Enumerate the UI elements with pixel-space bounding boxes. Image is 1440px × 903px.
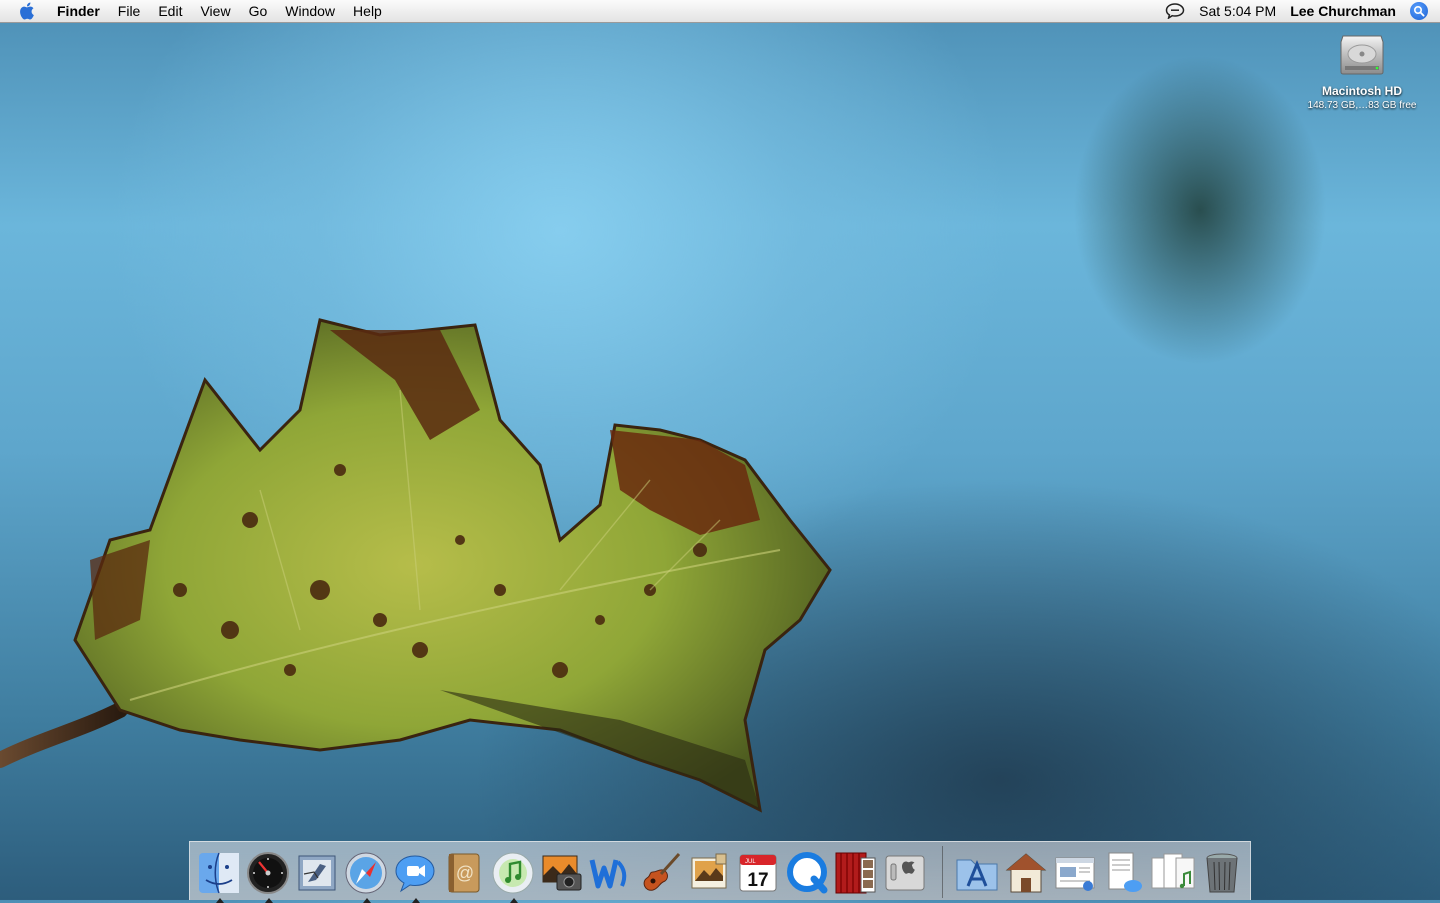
dock-item-safari[interactable] <box>343 850 389 903</box>
dock-item-finder[interactable] <box>196 850 242 903</box>
finder-icon <box>198 852 239 894</box>
dock-item-iphoto[interactable] <box>539 850 585 896</box>
apple-icon <box>20 2 34 20</box>
photo-booth-icon <box>835 852 875 894</box>
menu-file[interactable]: File <box>109 0 150 22</box>
iphoto-icon <box>542 855 581 891</box>
garageband-icon <box>643 852 680 891</box>
address-book-icon: @ <box>448 853 479 893</box>
dock-item-applications[interactable] <box>954 850 1000 896</box>
ichat-icon <box>394 855 435 893</box>
wallpaper-leaf-image <box>0 318 832 813</box>
dock-item-quicktime[interactable] <box>784 850 830 896</box>
menu-edit[interactable]: Edit <box>149 0 191 22</box>
dock-separator <box>942 846 943 898</box>
dock-item-ichat[interactable] <box>392 850 438 903</box>
menu-bar: Finder File Edit View Go Window Help Sat… <box>0 0 1440 23</box>
itunes-icon <box>492 852 533 894</box>
music-documents-icon <box>1151 853 1194 889</box>
dock-docs <box>952 848 1246 898</box>
document-icon <box>1055 857 1094 891</box>
menu-help[interactable]: Help <box>344 0 391 22</box>
dock-item-system-preferences[interactable] <box>882 850 928 896</box>
dock-item-document[interactable] <box>1052 850 1098 896</box>
preview-icon <box>691 853 726 889</box>
dock-item-preview[interactable] <box>686 850 732 896</box>
dock-item-garageband[interactable] <box>637 850 683 896</box>
ical-icon: JUL 17 <box>739 854 776 892</box>
dock-item-dashboard[interactable] <box>245 850 291 903</box>
svg-text:@: @ <box>455 863 473 883</box>
chat-document-icon <box>1108 852 1142 892</box>
dock-apps: @ JUL 17 <box>194 848 929 903</box>
disk-info: 148.73 GB,…83 GB free <box>1307 100 1417 111</box>
applications-folder-icon <box>956 859 997 891</box>
dock-item-address-book[interactable]: @ <box>441 850 487 896</box>
system-preferences-icon <box>885 855 924 891</box>
home-icon <box>1005 853 1046 893</box>
dock-item-ical[interactable]: JUL 17 <box>735 850 781 896</box>
ical-month: JUL <box>745 859 756 865</box>
iweb-icon <box>589 859 626 889</box>
safari-icon <box>345 852 386 894</box>
menu-go[interactable]: Go <box>240 0 277 22</box>
hard-disk-icon <box>1339 32 1385 76</box>
dock: @ JUL 17 <box>189 841 1251 903</box>
menu-view[interactable]: View <box>191 0 239 22</box>
quicktime-icon <box>786 852 827 894</box>
dock-item-iweb[interactable] <box>588 850 634 896</box>
dock-item-home[interactable] <box>1003 850 1049 896</box>
dock-item-photo-booth[interactable] <box>833 850 879 896</box>
spotlight-icon <box>1413 5 1425 17</box>
dock-item-chat-document[interactable] <box>1101 850 1147 896</box>
menu-window[interactable]: Window <box>276 0 344 22</box>
dock-item-trash[interactable] <box>1199 850 1245 896</box>
ical-day: 17 <box>747 870 768 891</box>
spotlight-button[interactable] <box>1410 2 1428 20</box>
menubar-clock[interactable]: Sat 5:04 PM <box>1199 3 1276 19</box>
dock-item-mail[interactable] <box>294 850 340 896</box>
dashboard-icon <box>246 852 289 894</box>
mail-icon <box>298 855 335 891</box>
dock-item-music-documents[interactable] <box>1150 850 1196 896</box>
apple-menu[interactable] <box>16 0 40 22</box>
ichat-status-icon[interactable] <box>1165 3 1185 19</box>
trash-icon <box>1206 853 1237 893</box>
menu-finder[interactable]: Finder <box>48 0 109 22</box>
disk-name: Macintosh HD <box>1321 84 1402 98</box>
desktop-disk-macintosh-hd[interactable]: Macintosh HD 148.73 GB,…83 GB free <box>1300 32 1424 111</box>
dock-item-itunes[interactable] <box>490 850 536 903</box>
menubar-user[interactable]: Lee Churchman <box>1290 3 1396 19</box>
